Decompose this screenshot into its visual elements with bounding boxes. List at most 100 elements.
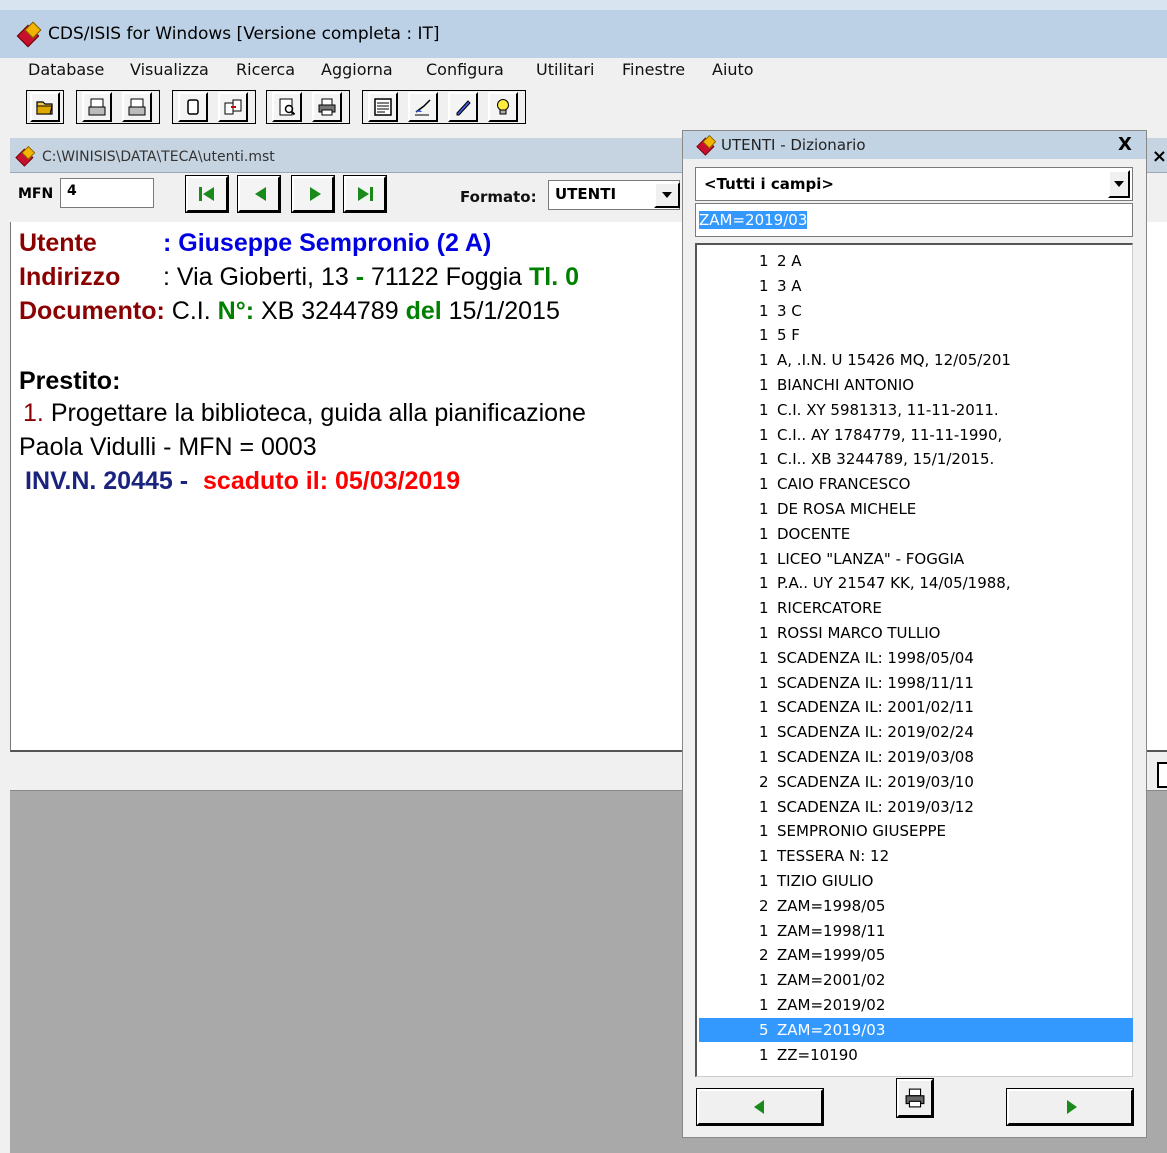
term-list[interactable]: 1 2 A 1 3 A 1 3 C 1 5 F 1 A, .I.N. U 15426 MQ, 12… [695,243,1133,1077]
menu-configura[interactable]: Configura [426,60,504,79]
prestito-label: Prestito: [19,367,121,395]
term-text: 5 F [777,326,800,345]
term-row[interactable]: 1 TESSERA N: 12 [699,844,1133,868]
chevron-down-icon [1114,181,1124,187]
term-row[interactable]: 1 C.I. XY 5981313, 11-11-2011. [699,398,1133,422]
term-row[interactable]: 1 SCADENZA IL: 1998/11/11 [699,671,1133,695]
indirizzo-city: 71122 Foggia [371,263,523,291]
term-row[interactable]: 1 SEMPRONIO GIUSEPPE [699,819,1133,843]
export-txt-button[interactable] [82,92,112,122]
term-count: 1 [759,921,769,940]
export-rtf-button[interactable] [122,92,152,122]
utente-value: : Giuseppe Sempronio (2 A) [163,229,492,257]
form-button[interactable] [368,92,398,122]
clipboard-button[interactable] [178,92,208,122]
toolbar [0,86,1167,130]
next-page-button[interactable] [1006,1088,1134,1126]
term-row[interactable]: 1 A, .I.N. U 15426 MQ, 12/05/201 [699,348,1133,372]
field-select-value: <Tutti i campi> [704,175,834,193]
term-text: ROSSI MARCO TULLIO [777,624,941,642]
menu-utilitari[interactable]: Utilitari [536,60,594,79]
term-text: SCADENZA IL: 2019/02/24 [777,723,974,742]
term-count: 2 [759,896,769,915]
menu-visualizza[interactable]: Visualizza [130,60,209,79]
last-record-button[interactable] [343,175,387,213]
term-text: SCADENZA IL: 2019/03/08 [777,748,974,766]
copy-button[interactable] [218,92,248,122]
edit-button[interactable] [448,92,478,122]
term-row[interactable]: 1 P.A.. UY 21547 KK, 14/05/1988, [699,571,1133,595]
term-count: 1 [759,748,769,766]
term-search-value: ZAM=2019/03 [699,211,808,229]
term-count: 1 [759,872,769,890]
term-count: 1 [759,624,769,642]
term-row[interactable]: 1 2 A [699,249,1133,273]
preview-button[interactable] [272,92,302,122]
term-row[interactable]: 1 SCADENZA IL: 2019/02/24 [699,720,1133,744]
print-terms-button[interactable] [896,1078,934,1118]
term-row[interactable]: 1 C.I.. XB 3244789, 15/1/2015. [699,447,1133,471]
brush-icon [415,99,431,116]
dictionary-title-bar: UTENTI - Dizionario X [683,131,1146,159]
term-row[interactable]: 2 ZAM=1999/05 [699,943,1133,967]
term-row[interactable]: 2 ZAM=1998/05 [699,894,1133,918]
term-text: ZAM=1998/05 [777,896,886,915]
close-icon[interactable]: × [1152,146,1167,167]
utente-row: Utente : Giuseppe Sempronio (2 A) [19,228,491,258]
term-count: 1 [759,996,769,1014]
status-button[interactable] [1157,762,1167,788]
term-text: C.I. XY 5981313, 11-11-2011. [777,400,999,419]
menu-aiuto[interactable]: Aiuto [712,60,754,79]
term-row[interactable]: 1 ZAM=2001/02 [699,968,1133,992]
field-select[interactable]: <Tutti i campi> [695,167,1133,201]
term-row[interactable]: 1 LICEO "LANZA" - FOGGIA [699,547,1133,571]
window-title-bar: CDS/ISIS for Windows [Versione completa … [0,0,1167,58]
close-dictionary-button[interactable]: X [1110,134,1140,156]
term-row[interactable]: 1 SCADENZA IL: 2019/03/12 [699,795,1133,819]
term-row[interactable]: 1 5 F [699,323,1133,347]
documento-row: Documento: C.I. N°: XB 3244789 del 15/1/… [19,296,560,326]
previous-record-button[interactable] [237,175,281,213]
term-row[interactable]: 1 3 A [699,274,1133,298]
menu-aggiorna[interactable]: Aggiorna [321,60,393,79]
term-text: BIANCHI ANTONIO [777,376,915,394]
term-row[interactable]: 1 BIANCHI ANTONIO [699,373,1133,397]
format-dropdown-button[interactable] [654,182,680,208]
term-row[interactable]: 1 CAIO FRANCESCO [699,472,1133,496]
open-database-button[interactable] [30,92,60,122]
help-button[interactable] [488,92,518,122]
term-row[interactable]: 2 SCADENZA IL: 2019/03/10 [699,770,1133,794]
term-row[interactable]: 1 C.I.. AY 1784779, 11-11-1990, [699,423,1133,447]
field-dropdown-button[interactable] [1108,170,1130,198]
term-text: ZAM=2001/02 [777,971,886,990]
previous-page-button[interactable] [696,1088,824,1126]
term-row[interactable]: 1 SCADENZA IL: 2019/03/08 [699,745,1133,769]
term-row[interactable]: 1 ZAM=1998/11 [699,919,1133,943]
term-search-input[interactable]: ZAM=2019/03 [695,203,1133,237]
brush-button[interactable] [408,92,438,122]
isis-app-icon [16,21,42,48]
term-row[interactable]: 1 DOCENTE [699,522,1133,546]
print-button[interactable] [312,92,342,122]
print-icon [905,1088,925,1108]
term-row[interactable]: 1 SCADENZA IL: 2001/02/11 [699,695,1133,719]
term-row[interactable]: 1 TIZIO GIULIO [699,869,1133,893]
term-row[interactable]: 1 RICERCATORE [699,596,1133,620]
term-row[interactable]: 1 3 C [699,299,1133,323]
dictionary-app-icon [696,135,717,156]
first-record-button[interactable] [185,175,229,213]
menu-ricerca[interactable]: Ricerca [236,60,295,79]
menu-finestre[interactable]: Finestre [622,60,685,79]
term-row[interactable]: 1 ZAM=2019/02 [699,993,1133,1017]
documento-date: 15/1/2015 [448,297,560,325]
term-row[interactable]: 1 ROSSI MARCO TULLIO [699,621,1133,645]
mfn-input[interactable]: 4 [60,178,154,208]
term-text: 3 C [777,301,802,320]
term-row[interactable]: 1 ZZ=10190 [699,1043,1133,1067]
term-row[interactable]: 1 DE ROSA MICHELE [699,497,1133,521]
next-record-button[interactable] [291,175,335,213]
term-row[interactable]: 1 SCADENZA IL: 1998/05/04 [699,646,1133,670]
term-row[interactable]: 5 ZAM=2019/03 [699,1017,1133,1042]
menu-database[interactable]: Database [28,60,104,79]
term-text: SCADENZA IL: 2019/03/10 [777,772,974,791]
